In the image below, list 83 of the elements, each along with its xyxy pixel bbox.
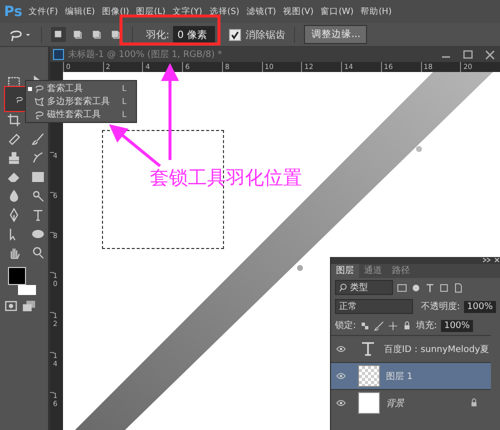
checkbox-label: 消除锯齿 xyxy=(245,28,286,42)
dashed-square-icon xyxy=(7,74,21,88)
foreground-color-swatch[interactable] xyxy=(8,267,26,285)
opacity-field[interactable]: 100% xyxy=(464,300,496,312)
drop-icon xyxy=(7,188,21,202)
move-icon[interactable] xyxy=(388,320,398,330)
screen-mode-icon[interactable] xyxy=(22,299,36,313)
menu-item[interactable]: 窗口(W) xyxy=(320,6,354,18)
menu-item[interactable]: 滤镜(T) xyxy=(246,6,276,18)
layer-thumbnail xyxy=(358,365,380,387)
dropdown-value: 类型 xyxy=(350,282,368,294)
squares-icon xyxy=(110,29,121,40)
app-logo: Ps xyxy=(4,4,22,20)
layer-name: 百度ID：sunnyMelody夏 xyxy=(384,344,490,356)
menu-item-label: 套索工具 xyxy=(47,82,84,95)
magnetic-lasso-icon xyxy=(34,109,45,120)
stamp-icon xyxy=(7,150,21,164)
filter-dropdown[interactable]: 类型 xyxy=(335,280,393,295)
squares-icon xyxy=(72,29,83,40)
layer-name: 图层 1 xyxy=(386,370,414,382)
blend-mode-dropdown[interactable]: 正常 xyxy=(335,299,413,314)
selection-mode-button[interactable] xyxy=(51,27,66,42)
type-icon xyxy=(360,341,376,357)
layer-row[interactable]: 背景 xyxy=(331,389,491,416)
type-icon[interactable] xyxy=(425,282,435,292)
brush-icon xyxy=(31,132,45,146)
layer-name: 背景 xyxy=(386,398,406,410)
squares-icon xyxy=(53,29,64,40)
feather-field[interactable]: 0 像素 xyxy=(173,26,216,44)
lock-icon[interactable] xyxy=(402,320,412,330)
brush-icon[interactable] xyxy=(374,320,384,330)
menu-item-label: 磁性套索工具 xyxy=(47,108,102,121)
lasso-icon xyxy=(14,94,24,104)
history-brush-icon xyxy=(31,150,45,164)
eye-icon[interactable] xyxy=(336,372,346,380)
crop-icon xyxy=(7,112,21,126)
quick-mask-icon[interactable] xyxy=(4,299,18,313)
menu-item[interactable]: 视图(V) xyxy=(283,6,314,18)
eye-icon[interactable] xyxy=(336,345,346,353)
panel-tab[interactable]: 通道 xyxy=(359,264,387,278)
panel-tab[interactable]: 路径 xyxy=(387,264,415,278)
dodge-icon xyxy=(31,188,45,202)
menu-item[interactable]: 套索工具 L xyxy=(26,82,136,95)
menu-item[interactable]: 图层(L) xyxy=(136,6,166,18)
circle-icon[interactable] xyxy=(411,282,421,292)
menu-item-label: 多边形套索工具 xyxy=(47,96,111,108)
ps-icon xyxy=(53,49,64,60)
checkerboard-icon[interactable] xyxy=(360,320,370,330)
layer-thumbnail xyxy=(358,392,380,414)
refine-edge-button[interactable]: 调整边缘... xyxy=(304,25,368,44)
shortcut-label: L xyxy=(122,110,128,119)
eye-icon[interactable] xyxy=(336,399,346,407)
pen-icon xyxy=(7,208,21,222)
bandage-icon xyxy=(7,132,21,146)
lasso-icon xyxy=(34,83,45,94)
document-icon[interactable] xyxy=(453,282,463,292)
opacity-label: 不透明度: xyxy=(421,300,460,313)
type-icon xyxy=(31,208,45,222)
image-icon[interactable] xyxy=(397,282,407,292)
feather-label: 羽化: xyxy=(146,28,170,42)
fill-field[interactable]: 100% xyxy=(441,320,473,332)
menu-item[interactable]: 编辑(E) xyxy=(64,6,95,18)
square-icon[interactable] xyxy=(439,282,449,292)
magnifier-icon xyxy=(31,246,45,260)
shortcut-label: L xyxy=(122,84,128,93)
squares-icon xyxy=(91,29,102,40)
menu-item[interactable]: 文件(F) xyxy=(28,6,58,18)
menu-item[interactable]: 帮助(H) xyxy=(360,6,392,18)
shortcut-label: L xyxy=(122,97,128,106)
fill-label: 填充: xyxy=(416,320,438,332)
collapse-icon[interactable] xyxy=(481,257,500,263)
search-icon xyxy=(339,283,348,292)
menu-item[interactable]: 多边形套索工具 L xyxy=(26,95,136,108)
background-color-swatch[interactable] xyxy=(18,285,36,295)
lock-label: 锁定: xyxy=(335,320,356,332)
checkbox[interactable] xyxy=(229,28,242,40)
panel-tab[interactable]: 图层 xyxy=(331,264,359,278)
document-title: 未标题-1 @ 100% (图层 1, RGB/8) * xyxy=(68,48,224,61)
layer-row[interactable]: 图层 1 xyxy=(331,362,491,389)
polygon-lasso-icon xyxy=(34,96,45,107)
gradient-icon xyxy=(31,170,45,184)
annotation-text: 套锁工具羽化位置 xyxy=(150,166,302,191)
menu-item[interactable]: 磁性套索工具 L xyxy=(26,108,136,121)
